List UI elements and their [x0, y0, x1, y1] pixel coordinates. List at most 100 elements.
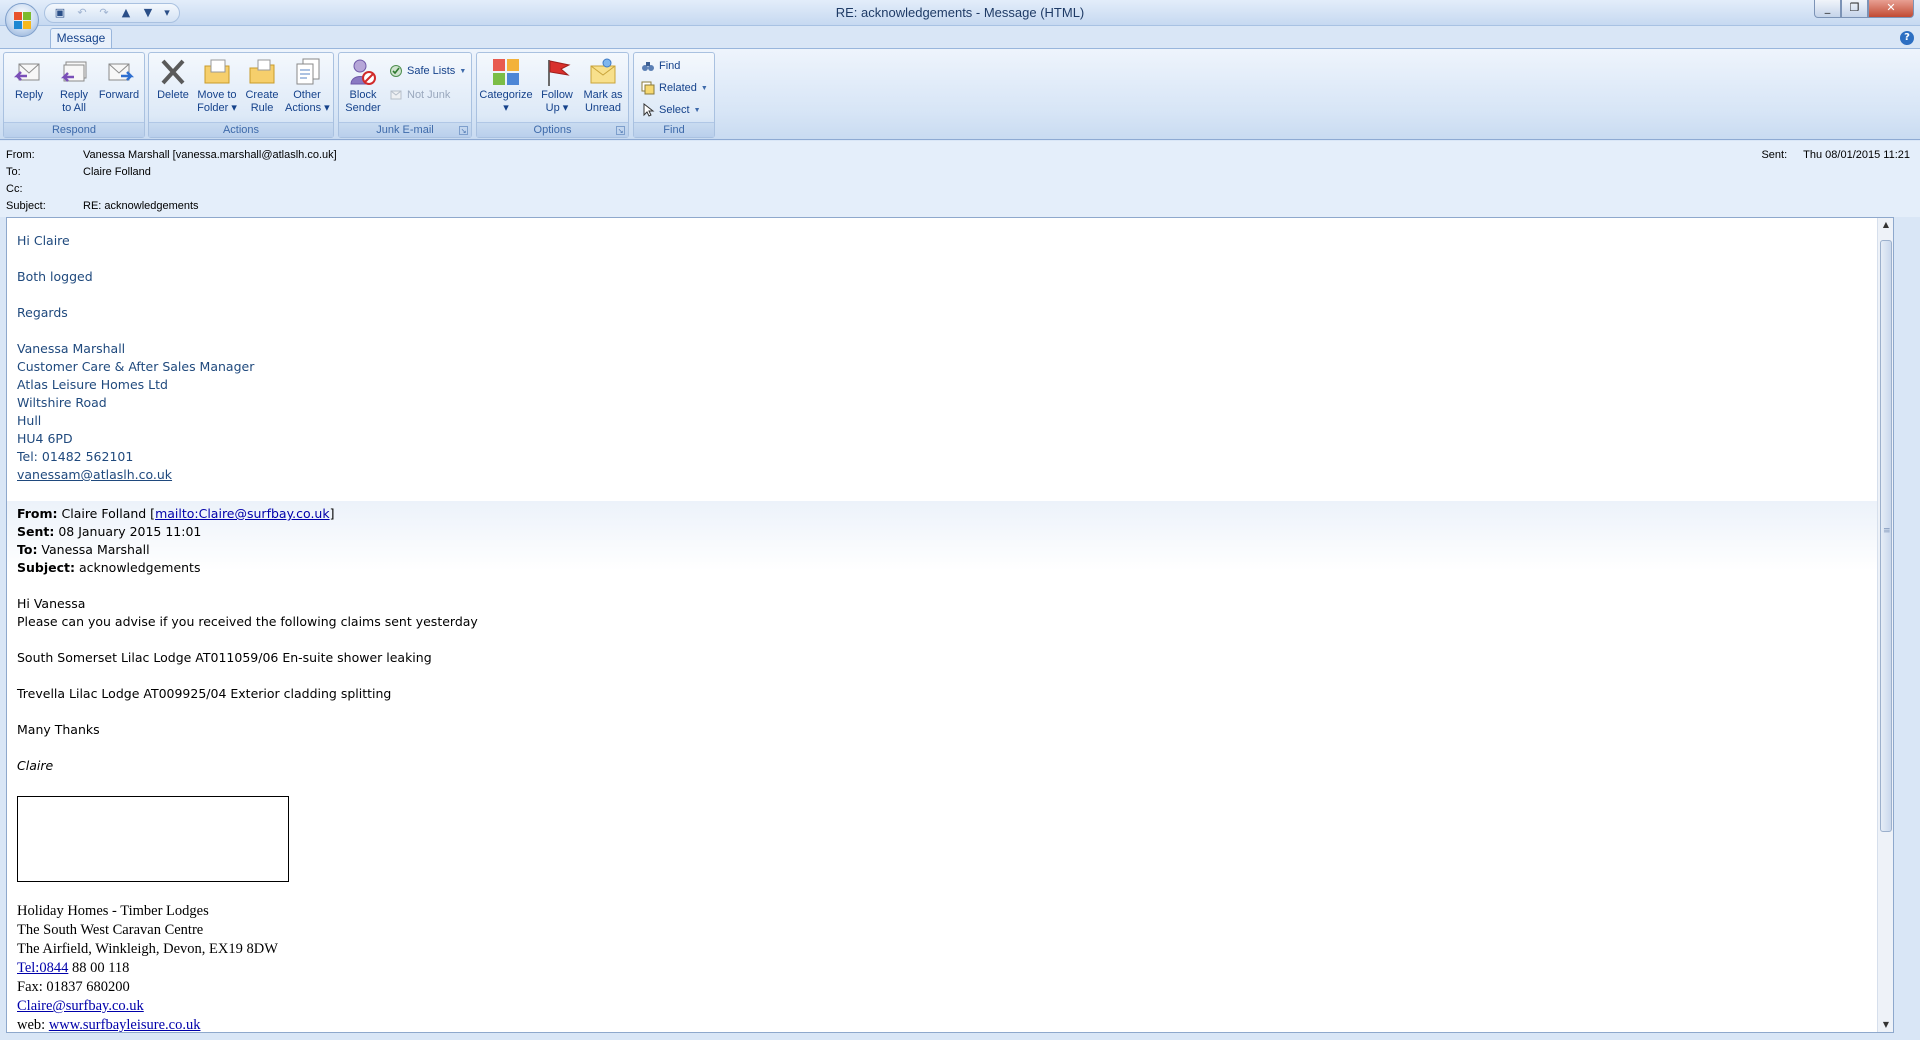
orig-claim-1: South Somerset Lilac Lodge AT011059/06 E…: [17, 650, 432, 665]
help-icon[interactable]: ?: [1900, 31, 1914, 45]
window-title: RE: acknowledgements - Message (HTML): [835, 5, 1085, 20]
find-button[interactable]: Find: [641, 56, 680, 76]
reply-sig-name: Vanessa Marshall: [17, 341, 126, 356]
orig-claim-2: Trevella Lilac Lodge AT009925/04 Exterio…: [17, 686, 392, 701]
delete-button[interactable]: Delete: [151, 56, 195, 120]
orig-sent: Sent: 08 January 2015 11:01: [17, 524, 202, 539]
delete-icon: [161, 59, 185, 85]
sig-line-3: The Airfield, Winkleigh, Devon, EX19 8DW: [17, 941, 278, 957]
select-caret-icon: ▼: [693, 106, 701, 114]
group-label-options: Options: [477, 122, 628, 137]
sig-line-2: The South West Caravan Centre: [17, 922, 204, 938]
sig-web: web: www.surfbayleisure.co.uk: [17, 1017, 201, 1033]
reply-sig-title: Customer Care & After Sales Manager: [17, 359, 255, 374]
reply-closing: Regards: [17, 305, 68, 320]
orig-from: From: Claire Folland [mailto:Claire@surf…: [17, 506, 335, 521]
subject-value: RE: acknowledgements: [83, 200, 199, 212]
scroll-thumb[interactable]: [1880, 240, 1892, 832]
scroll-up-icon[interactable]: ▲: [1878, 218, 1893, 232]
follow-up-button[interactable]: Follow Up ▾: [535, 56, 579, 120]
group-label-respond: Respond: [4, 122, 144, 137]
follow-up-flag-icon: [548, 60, 571, 86]
related-icon: [641, 81, 655, 95]
minimize-button[interactable]: _: [1814, 0, 1841, 18]
sig-tel: Tel:0844 88 00 118: [17, 960, 130, 976]
office-button[interactable]: [5, 3, 39, 37]
restore-button[interactable]: ❐: [1841, 0, 1868, 18]
signature-image-placeholder: [17, 796, 289, 882]
sig-web-link[interactable]: www.surfbayleisure.co.uk: [49, 1017, 201, 1032]
message-header: From: Vanessa Marshall [vanessa.marshall…: [0, 141, 1920, 217]
mark-as-unread-icon: [590, 58, 616, 84]
mark-as-unread-button[interactable]: Mark as Unread: [581, 56, 625, 120]
orig-thanks: Many Thanks: [17, 722, 100, 737]
to-value[interactable]: Claire Folland: [83, 166, 151, 178]
find-binoculars-icon: [642, 62, 654, 71]
reply-line: Both logged: [17, 269, 93, 284]
orig-mailto-link[interactable]: mailto:Claire@surfbay.co.uk: [155, 506, 330, 521]
reply-button[interactable]: Reply: [7, 56, 51, 120]
move-to-folder-icon: [204, 59, 230, 84]
create-rule-icon: [249, 59, 275, 84]
not-junk-icon: [390, 90, 402, 100]
scroll-down-icon[interactable]: ▼: [1878, 1018, 1893, 1032]
not-junk-button[interactable]: Not Junk: [389, 85, 450, 105]
message-body[interactable]: Hi Claire Both logged Regards Vanessa Ma…: [6, 217, 1894, 1033]
reply-sig-company: Atlas Leisure Homes Ltd: [17, 377, 168, 392]
window-controls: _ ❐ ✕: [1814, 0, 1914, 18]
safe-lists-button[interactable]: Safe Lists ▼: [389, 61, 466, 81]
reply-sig-tel: Tel: 01482 562101: [17, 449, 134, 464]
close-button[interactable]: ✕: [1868, 0, 1914, 18]
vertical-scrollbar[interactable]: ▲ ▼: [1877, 218, 1893, 1032]
categorize-button[interactable]: Categorize ▾: [479, 56, 533, 120]
related-caret-icon: ▼: [700, 84, 708, 92]
reply-greeting: Hi Claire: [17, 233, 70, 248]
sig-email-link[interactable]: Claire@surfbay.co.uk: [17, 998, 144, 1014]
reply-sig-street: Wiltshire Road: [17, 395, 107, 410]
safe-lists-icon: [390, 65, 402, 77]
ribbon-tab-row: Message ?: [0, 27, 1920, 49]
reply-sig-email-link[interactable]: vanessam@atlaslh.co.uk: [17, 467, 172, 482]
group-label-actions: Actions: [149, 122, 333, 137]
group-options: Categorize ▾ Follow Up ▾ Mark as Unread …: [476, 52, 629, 138]
sent-value: Thu 08/01/2015 11:21: [1803, 149, 1910, 161]
group-junk-email: Block Sender Safe Lists ▼ Not Junk Junk …: [338, 52, 472, 138]
reply-sig-email: vanessam@atlaslh.co.uk: [17, 467, 172, 482]
ribbon: Reply Reply to All Forward Respond Delet…: [0, 48, 1920, 140]
header-sent: Sent: Thu 08/01/2015 11:21: [1761, 149, 1910, 161]
orig-greeting: Hi Vanessa: [17, 596, 86, 611]
reply-sig-city: Hull: [17, 413, 42, 428]
from-value[interactable]: Vanessa Marshall [vanessa.marshall@atlas…: [83, 149, 337, 161]
sig-tel-link[interactable]: Tel:0844: [17, 960, 68, 976]
block-sender-button[interactable]: Block Sender: [341, 56, 385, 120]
group-label-find: Find: [634, 122, 714, 137]
orig-name: Claire: [17, 758, 54, 773]
reply-all-button[interactable]: Reply to All: [52, 56, 96, 120]
related-button[interactable]: Related ▼: [641, 78, 708, 98]
reply-icon: [13, 63, 40, 81]
forward-button[interactable]: Forward: [97, 56, 141, 120]
forward-icon: [108, 63, 135, 81]
move-to-folder-button[interactable]: Move to Folder ▾: [195, 56, 239, 120]
group-label-junk-email: Junk E-mail: [339, 122, 471, 137]
safe-lists-caret-icon: ▼: [459, 67, 467, 75]
other-actions-button[interactable]: Other Actions ▾: [285, 56, 330, 120]
office-logo-icon: [14, 12, 32, 30]
reply-all-icon: [60, 61, 87, 82]
create-rule-button[interactable]: Create Rule: [240, 56, 284, 120]
block-sender-icon: [350, 59, 376, 85]
options-launcher-icon[interactable]: ↘: [616, 126, 625, 135]
reply-sig-postcode: HU4 6PD: [17, 431, 73, 446]
select-button[interactable]: Select ▼: [641, 100, 701, 120]
title-bar: ▣ ↶ ↷ ▲ ▼ ▾ RE: acknowledgements - Messa…: [0, 0, 1920, 26]
group-respond: Reply Reply to All Forward Respond: [3, 52, 145, 138]
select-cursor-icon: [643, 103, 655, 117]
orig-subject: Subject: acknowledgements: [17, 560, 201, 575]
orig-to: To: Vanessa Marshall: [17, 542, 150, 557]
orig-request: Please can you advise if you received th…: [17, 614, 478, 629]
categorize-icon: [493, 59, 519, 85]
sig-line-1: Holiday Homes - Timber Lodges: [17, 903, 209, 919]
junk-email-options-launcher-icon[interactable]: ↘: [459, 126, 468, 135]
group-actions: Delete Move to Folder ▾ Create Rule Othe…: [148, 52, 334, 138]
tab-message[interactable]: Message: [50, 28, 112, 49]
